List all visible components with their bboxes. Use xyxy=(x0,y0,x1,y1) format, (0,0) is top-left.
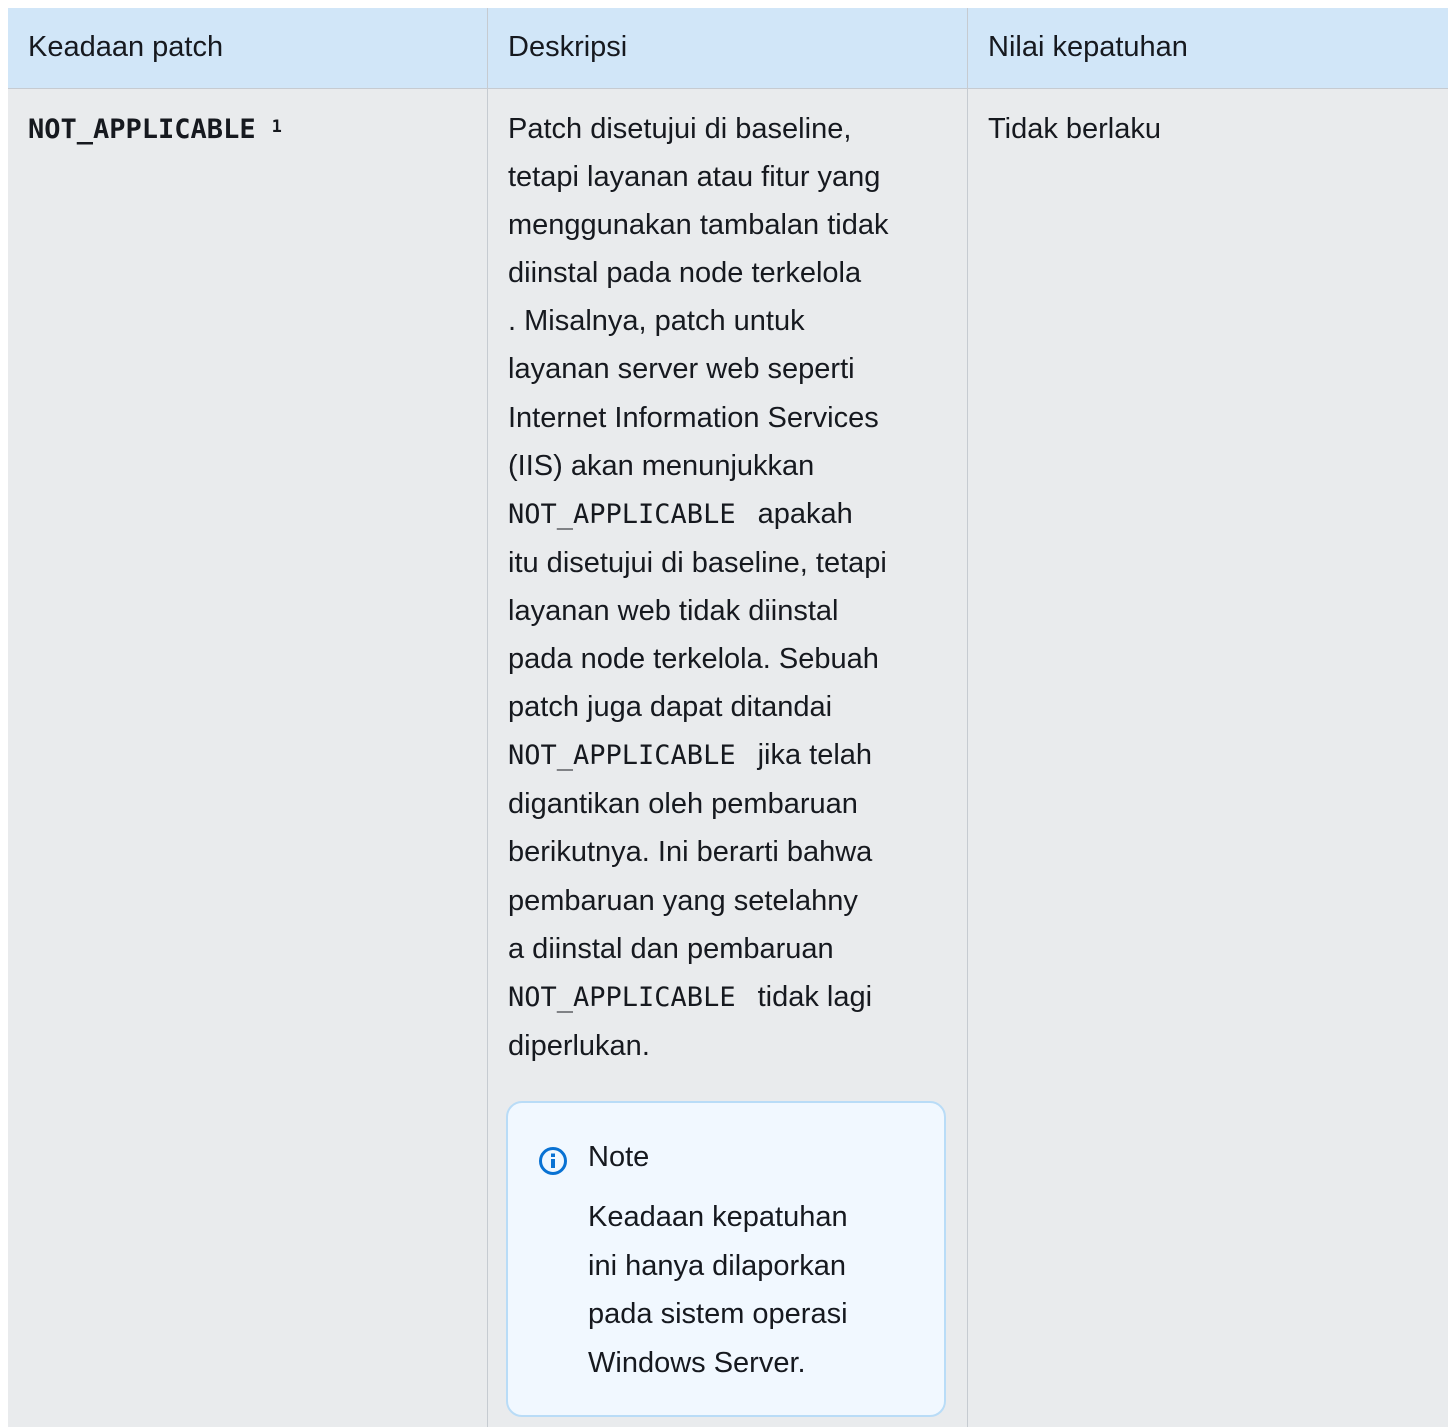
description-text: menggunakan tambalan tidak xyxy=(508,209,889,242)
header-description: Deskripsi xyxy=(508,31,628,63)
description-text: diperlukan. xyxy=(508,1029,650,1062)
patch-state-cell: NOT_APPLICABLE 1 xyxy=(28,110,282,153)
inline-code: NOT_APPLICABLE xyxy=(508,498,736,530)
description-text: pada node terkelola. Sebuah xyxy=(508,643,879,676)
description-line: patch juga dapat ditandai xyxy=(508,683,948,731)
description-line: menggunakan tambalan tidak xyxy=(508,201,948,249)
note-body-line: ini hanya dilaporkan xyxy=(588,1249,846,1282)
description-line: tetapi layanan atau fitur yang xyxy=(508,153,948,201)
header-patch-state: Keadaan patch xyxy=(28,31,224,63)
description-text: berikutnya. Ini berarti bahwa xyxy=(508,836,873,869)
description-line: (IIS) akan menunjukkan xyxy=(508,442,948,490)
description-line: Patch disetujui di baseline, xyxy=(508,105,948,153)
description-text: patch juga dapat ditandai xyxy=(508,691,833,724)
description-line: diinstal pada node terkelola xyxy=(508,249,948,297)
description-text: layanan server web seperti xyxy=(508,353,855,386)
description-line: NOT_APPLICABLE tidak lagi xyxy=(508,973,948,1022)
note-body-line: Windows Server. xyxy=(588,1346,806,1379)
description-line: pada node terkelola. Sebuah xyxy=(508,635,948,683)
compliance-value-cell: Tidak berlaku xyxy=(988,113,1162,145)
description-text: a diinstal dan pembaruan xyxy=(508,932,834,965)
note-body-line: Keadaan kepatuhan xyxy=(588,1201,848,1233)
note-callout: Note Keadaan kepatuhan ini hanya dilapork… xyxy=(506,1101,946,1417)
note-body: Keadaan kepatuhan ini hanya dilaporkan pad… xyxy=(588,1193,928,1387)
description-text: apakah xyxy=(757,497,853,530)
note-body-line: pada sistem operasi xyxy=(588,1298,848,1330)
description-text: layanan web tidak diinstal xyxy=(508,594,839,627)
inline-code: NOT_APPLICABLE xyxy=(508,740,736,772)
description-line: itu disetujui di baseline, tetapi xyxy=(508,539,948,587)
info-icon xyxy=(539,1147,567,1175)
description-line: diperlukan. xyxy=(508,1022,948,1070)
description-text: diinstal pada node terkelola xyxy=(508,257,862,290)
description-line: Internet Information Services xyxy=(508,394,948,442)
description-text: pembaruan yang setelahny xyxy=(508,884,858,917)
patch-state-table: Keadaan patch Deskripsi Nilai kepatuhan … xyxy=(8,8,1448,1427)
description-line: layanan server web seperti xyxy=(508,345,948,393)
description-text: . Misalnya, patch untuk xyxy=(508,305,805,338)
description-line: digantikan oleh pembaruan xyxy=(508,780,948,828)
description-text: itu disetujui di baseline, tetapi xyxy=(508,546,887,579)
description-line: NOT_APPLICABLE apakah xyxy=(508,490,948,539)
description-text: tidak lagi xyxy=(757,980,873,1013)
description-line: berikutnya. Ini berarti bahwa xyxy=(508,828,948,876)
description-line: . Misalnya, patch untuk xyxy=(508,297,948,345)
footnote-marker[interactable]: 1 xyxy=(272,117,282,137)
description-text: tetapi layanan atau fitur yang xyxy=(508,161,881,194)
description-cell: Patch disetujui di baseline, tetapi layan… xyxy=(508,105,948,1070)
description-line: pembaruan yang setelahny xyxy=(508,877,948,925)
description-line: a diinstal dan pembaruan xyxy=(508,925,948,973)
column-divider xyxy=(967,8,968,1427)
column-divider xyxy=(487,8,488,1427)
description-text: Internet Information Services xyxy=(508,401,879,434)
description-text: digantikan oleh pembaruan xyxy=(508,788,858,821)
description-text: jika telah xyxy=(757,739,873,772)
header-compliance-value: Nilai kepatuhan xyxy=(988,31,1188,63)
patch-state-name: NOT_APPLICABLE xyxy=(28,114,256,145)
table-header: Keadaan patch Deskripsi Nilai kepatuhan xyxy=(8,8,1448,89)
inline-code: NOT_APPLICABLE xyxy=(508,981,736,1013)
description-text: Patch disetujui di baseline, xyxy=(508,113,852,145)
description-line: layanan web tidak diinstal xyxy=(508,587,948,635)
note-title: Note xyxy=(588,1141,650,1173)
description-text: (IIS) akan menunjukkan xyxy=(508,449,815,482)
description-line: NOT_APPLICABLE jika telah xyxy=(508,731,948,780)
